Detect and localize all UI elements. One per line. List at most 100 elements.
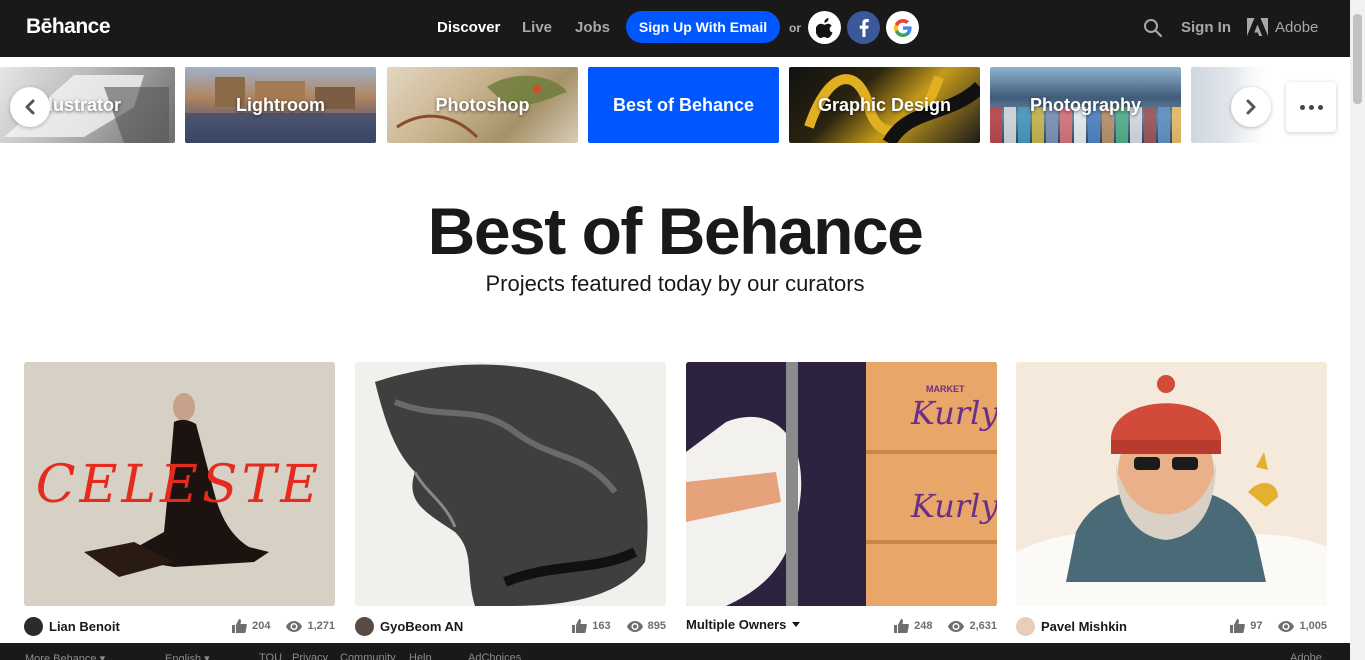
likes-count: 163 [592, 620, 611, 632]
thumbs-up-icon [232, 619, 248, 633]
views-count: 1,271 [307, 620, 335, 632]
project-thumbnail[interactable]: CELESTE [24, 362, 335, 606]
page: Bēhance Discover Live Jobs Sign Up With … [0, 0, 1365, 660]
category-best-of-behance[interactable]: Best of Behance [588, 67, 779, 143]
sign-in-link[interactable]: Sign In [1181, 19, 1231, 36]
footer-tou[interactable]: TOU [259, 652, 282, 660]
search-icon [1144, 19, 1163, 38]
project-owner-dropdown[interactable]: Multiple Owners [686, 617, 801, 632]
project-thumbnail[interactable] [355, 362, 666, 606]
avatar [1016, 617, 1035, 636]
adobe-label: Adobe [1275, 18, 1319, 36]
or-label: or [789, 21, 801, 35]
project-card: GyoBeom AN 163 895 [355, 362, 666, 636]
project-card: CELESTE Lian Benoit 204 1,271 [24, 362, 335, 636]
owner-name: Multiple Owners [686, 617, 787, 632]
top-navbar: Bēhance Discover Live Jobs Sign Up With … [0, 0, 1350, 57]
owner-name: Pavel Mishkin [1041, 619, 1127, 634]
more-dots-icon [1317, 104, 1323, 110]
footer-adobe[interactable]: Adobe [1290, 652, 1322, 660]
nav-live[interactable]: Live [522, 19, 552, 36]
project-thumbnail[interactable] [1016, 362, 1327, 606]
carousel-prev-button[interactable] [10, 87, 50, 127]
project-meta: GyoBeom AN 163 895 [355, 617, 666, 637]
bearded-man-illustration [1016, 362, 1327, 606]
caret-down-icon [792, 622, 801, 627]
avatar [24, 617, 43, 636]
category-label: Lightroom [236, 94, 325, 115]
apple-signin-button[interactable] [808, 11, 841, 44]
project-meta: Multiple Owners 248 2,631 [686, 617, 997, 637]
project-thumbnail[interactable]: MARKET Kurly Kurly [686, 362, 997, 606]
google-signin-button[interactable] [886, 11, 919, 44]
project-stats: 248 2,631 [894, 619, 997, 633]
kurly-brand-text: Kurly [910, 487, 997, 525]
celeste-artwork-image: CELESTE [24, 362, 335, 606]
project-card: Pavel Mishkin 97 1,005 [1016, 362, 1327, 636]
google-icon [893, 18, 912, 37]
kurly-branding-image: MARKET Kurly Kurly [686, 362, 997, 606]
page-subtitle: Projects featured today by our curators [485, 271, 865, 296]
category-label: Best of Behance [612, 94, 755, 115]
footer-adchoices[interactable]: AdChoices [468, 652, 521, 660]
footer-help[interactable]: Help [409, 652, 432, 660]
chevron-right-icon [1246, 99, 1256, 115]
eye-icon [1278, 620, 1295, 632]
charcoal-portrait-image [355, 362, 666, 606]
category-carousel: Illustrator Lightroom Photoshop Best of … [0, 67, 1350, 143]
footer-community[interactable]: Community [340, 652, 396, 660]
thumbs-up-icon [1230, 619, 1246, 633]
nav-jobs[interactable]: Jobs [575, 19, 610, 36]
more-dots-icon [1308, 104, 1314, 110]
project-stats: 97 1,005 [1230, 619, 1327, 633]
category-label: Graphic Design [817, 94, 952, 115]
eye-icon [948, 620, 965, 632]
likes-count: 248 [914, 620, 933, 632]
adobe-icon [1247, 18, 1268, 36]
category-lightroom[interactable]: Lightroom [185, 67, 376, 143]
project-owner[interactable]: Lian Benoit [24, 617, 120, 636]
project-owner[interactable]: Pavel Mishkin [1016, 617, 1127, 636]
footer-bar: More Behance ▾ English ▾ TOU Privacy Com… [0, 643, 1350, 660]
facebook-icon [859, 18, 869, 37]
category-label: Illustrator [37, 94, 121, 115]
views-count: 1,005 [1299, 620, 1327, 632]
more-dots-icon [1299, 104, 1305, 110]
apple-icon [815, 17, 833, 38]
nav-discover[interactable]: Discover [437, 19, 500, 36]
kurly-brand-text: Kurly [910, 394, 997, 432]
footer-privacy[interactable]: Privacy [292, 652, 328, 660]
eye-icon [626, 620, 643, 632]
project-meta: Pavel Mishkin 97 1,005 [1016, 617, 1327, 637]
scrollbar-thumb[interactable] [1353, 14, 1362, 104]
project-owner[interactable]: GyoBeom AN [355, 617, 463, 636]
more-categories-button[interactable] [1286, 82, 1336, 132]
footer-more-behance[interactable]: More Behance ▾ [25, 652, 105, 660]
thumbs-up-icon [572, 619, 588, 633]
category-photography[interactable]: Photography [990, 67, 1181, 143]
chevron-left-icon [25, 99, 35, 115]
page-scrollbar[interactable] [1350, 0, 1365, 660]
footer-language[interactable]: English ▾ [165, 652, 210, 660]
signup-email-button[interactable]: Sign Up With Email [626, 11, 780, 43]
category-photoshop[interactable]: Photoshop [387, 67, 578, 143]
category-graphic-design[interactable]: Graphic Design [789, 67, 980, 143]
category-label: Photography [1030, 94, 1141, 115]
project-stats: 204 1,271 [232, 619, 335, 633]
search-button[interactable] [1143, 18, 1163, 38]
eye-icon [286, 620, 303, 632]
views-count: 2,631 [969, 620, 997, 632]
kurly-market-text: MARKET [926, 384, 965, 394]
avatar [355, 617, 374, 636]
likes-count: 204 [252, 620, 271, 632]
behance-logo[interactable]: Bēhance [26, 15, 111, 39]
facebook-signin-button[interactable] [847, 11, 880, 44]
adobe-link[interactable]: Adobe [1247, 18, 1318, 36]
likes-count: 97 [1250, 620, 1263, 632]
category-label: Photoshop [435, 94, 530, 115]
views-count: 895 [647, 620, 666, 632]
carousel-next-button[interactable] [1231, 87, 1271, 127]
project-card: MARKET Kurly Kurly Multiple Owners 248 2… [686, 362, 997, 633]
celeste-title-art: CELESTE [36, 455, 323, 515]
owner-name: GyoBeom AN [380, 619, 464, 634]
